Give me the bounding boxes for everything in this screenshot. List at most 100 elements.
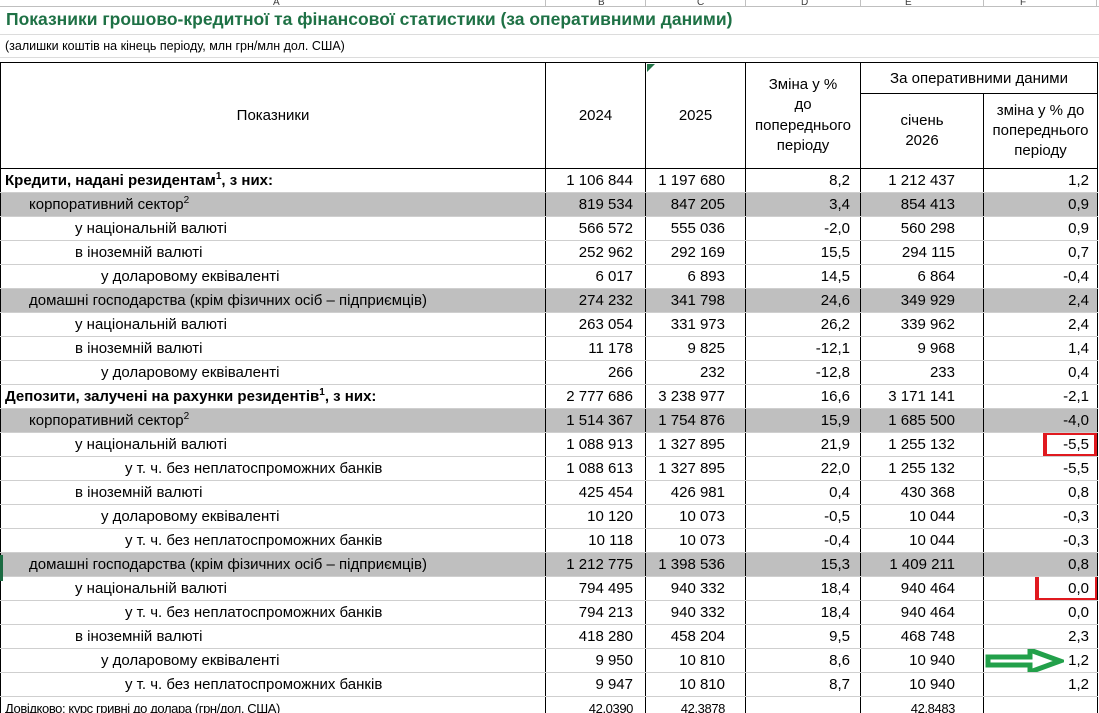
cell-january-2026[interactable]: 560 298 (861, 217, 984, 241)
cell-change-pct[interactable]: -12,1 (746, 337, 861, 361)
cell-change-pct[interactable]: 24,6 (746, 289, 861, 313)
cell-change-pct[interactable]: 21,9 (746, 433, 861, 457)
cell-change-pct[interactable]: 8,6 (746, 649, 861, 673)
cell-2025[interactable]: 331 973 (646, 313, 746, 337)
cell-january-2026[interactable]: 1 685 500 (861, 409, 984, 433)
cell-change-pct[interactable]: 16,6 (746, 385, 861, 409)
cell-2025[interactable]: 9 825 (646, 337, 746, 361)
cell-operational-change-pct[interactable]: -0,4 (984, 265, 1098, 289)
cell-january-2026[interactable]: 1 255 132 (861, 433, 984, 457)
header-2024[interactable]: 2024 (546, 63, 646, 169)
cell-2025[interactable]: 232 (646, 361, 746, 385)
cell-operational-change-pct[interactable]: 1,2 (984, 649, 1098, 673)
row-label[interactable]: у доларовому еквіваленті (1, 505, 546, 529)
cell-operational-change-pct[interactable]: 0,9 (984, 193, 1098, 217)
cell-2024[interactable]: 794 495 (546, 577, 646, 601)
cell-january-2026[interactable]: 9 968 (861, 337, 984, 361)
header-operational-group[interactable]: За оперативними даними (861, 63, 1098, 94)
cell-change-pct[interactable]: -12,8 (746, 361, 861, 385)
cell-2025[interactable]: 6 893 (646, 265, 746, 289)
cell-2024[interactable]: 425 454 (546, 481, 646, 505)
row-label[interactable]: корпоративний сектор2 (1, 193, 546, 217)
row-label[interactable]: у доларовому еквіваленті (1, 649, 546, 673)
cell-2025[interactable]: 3 238 977 (646, 385, 746, 409)
row-label[interactable]: в іноземній валюті (1, 241, 546, 265)
cell-change-pct[interactable]: 22,0 (746, 457, 861, 481)
cell-2025[interactable]: 10 073 (646, 529, 746, 553)
cell-2024[interactable]: 418 280 (546, 625, 646, 649)
cell-change-pct[interactable]: 8,7 (746, 673, 861, 697)
cell-operational-change-pct[interactable]: 0,4 (984, 361, 1098, 385)
cell-operational-change-pct[interactable]: 2,4 (984, 289, 1098, 313)
row-label[interactable]: корпоративний сектор2 (1, 409, 546, 433)
cell-2024[interactable]: 266 (546, 361, 646, 385)
row-label[interactable]: у доларовому еквіваленті (1, 265, 546, 289)
cell-january-2026[interactable]: 349 929 (861, 289, 984, 313)
header-january-2026[interactable]: січень 2026 (861, 94, 984, 169)
cell-january-2026[interactable]: 339 962 (861, 313, 984, 337)
cell-2025[interactable]: 847 205 (646, 193, 746, 217)
row-label[interactable]: у національній валюті (1, 217, 546, 241)
cell-change-pct[interactable]: 18,4 (746, 601, 861, 625)
header-2025[interactable]: 2025 (646, 63, 746, 169)
cell-2024[interactable]: 6 017 (546, 265, 646, 289)
header-change-pct[interactable]: Зміна у % до попереднього періоду (746, 63, 861, 169)
cell-january-2026[interactable]: 233 (861, 361, 984, 385)
cell-operational-change-pct[interactable]: 0,9 (984, 217, 1098, 241)
row-label[interactable]: у т. ч. без неплатоспроможних банків (1, 529, 546, 553)
cell-january-2026[interactable]: 430 368 (861, 481, 984, 505)
row-label[interactable]: у т. ч. без неплатоспроможних банків (1, 673, 546, 697)
cell-2024[interactable]: 566 572 (546, 217, 646, 241)
row-label[interactable]: Депозити, залучені на рахунки резидентів… (1, 385, 546, 409)
cell-2024[interactable]: 10 120 (546, 505, 646, 529)
cell-2024[interactable]: 794 213 (546, 601, 646, 625)
row-label[interactable]: у т. ч. без неплатоспроможних банків (1, 601, 546, 625)
cell-2025[interactable]: 426 981 (646, 481, 746, 505)
cell-change-pct[interactable]: 15,3 (746, 553, 861, 577)
cell-2025[interactable]: 42,3878 (646, 697, 746, 713)
cell-operational-change-pct-highlighted[interactable]: 0,0 (984, 577, 1098, 601)
cell-2024[interactable]: 42,0390 (546, 697, 646, 713)
cell-change-pct[interactable]: -0,4 (746, 529, 861, 553)
cell-change-pct[interactable]: 26,2 (746, 313, 861, 337)
row-label[interactable]: у національній валюті (1, 577, 546, 601)
cell-2025[interactable]: 292 169 (646, 241, 746, 265)
cell-operational-change-pct[interactable]: 2,3 (984, 625, 1098, 649)
row-label[interactable]: в іноземній валюті (1, 625, 546, 649)
row-label[interactable]: в іноземній валюті (1, 481, 546, 505)
cell-january-2026[interactable]: 10 044 (861, 505, 984, 529)
cell-2024[interactable]: 274 232 (546, 289, 646, 313)
cell-january-2026[interactable]: 1 255 132 (861, 457, 984, 481)
cell-change-pct[interactable]: 14,5 (746, 265, 861, 289)
cell-2024[interactable]: 1 514 367 (546, 409, 646, 433)
cell-2024[interactable]: 1 088 913 (546, 433, 646, 457)
row-label[interactable]: у національній валюті (1, 313, 546, 337)
cell-2025[interactable]: 1 197 680 (646, 169, 746, 193)
row-label[interactable]: Довідково: курс гривні до долара (грн/до… (1, 697, 546, 713)
cell-operational-change-pct[interactable]: -2,1 (984, 385, 1098, 409)
row-label[interactable]: у т. ч. без неплатоспроможних банків (1, 457, 546, 481)
cell-operational-change-pct[interactable]: -5,5 (984, 457, 1098, 481)
cell-operational-change-pct[interactable]: 1,4 (984, 337, 1098, 361)
cell-operational-change-pct[interactable]: 0,7 (984, 241, 1098, 265)
cell-2025[interactable]: 1 327 895 (646, 457, 746, 481)
cell-2025[interactable]: 1 754 876 (646, 409, 746, 433)
row-label[interactable]: у національній валюті (1, 433, 546, 457)
cell-change-pct[interactable]: -2,0 (746, 217, 861, 241)
cell-2024[interactable]: 9 950 (546, 649, 646, 673)
cell-change-pct[interactable]: 15,5 (746, 241, 861, 265)
cell-january-2026[interactable]: 468 748 (861, 625, 984, 649)
cell-january-2026[interactable]: 10 940 (861, 649, 984, 673)
cell-2024[interactable]: 263 054 (546, 313, 646, 337)
cell-2024[interactable]: 2 777 686 (546, 385, 646, 409)
cell-january-2026[interactable]: 1 409 211 (861, 553, 984, 577)
cell-2024[interactable]: 1 106 844 (546, 169, 646, 193)
cell-january-2026[interactable]: 940 464 (861, 601, 984, 625)
row-label[interactable]: в іноземній валюті (1, 337, 546, 361)
cell-january-2026[interactable]: 10 044 (861, 529, 984, 553)
cell-2025[interactable]: 555 036 (646, 217, 746, 241)
cell-change-pct[interactable]: 0,4 (746, 481, 861, 505)
cell-operational-change-pct-highlighted[interactable]: -5,5 (984, 433, 1098, 457)
cell-operational-change-pct[interactable] (984, 697, 1098, 713)
cell-2025[interactable]: 1 398 536 (646, 553, 746, 577)
